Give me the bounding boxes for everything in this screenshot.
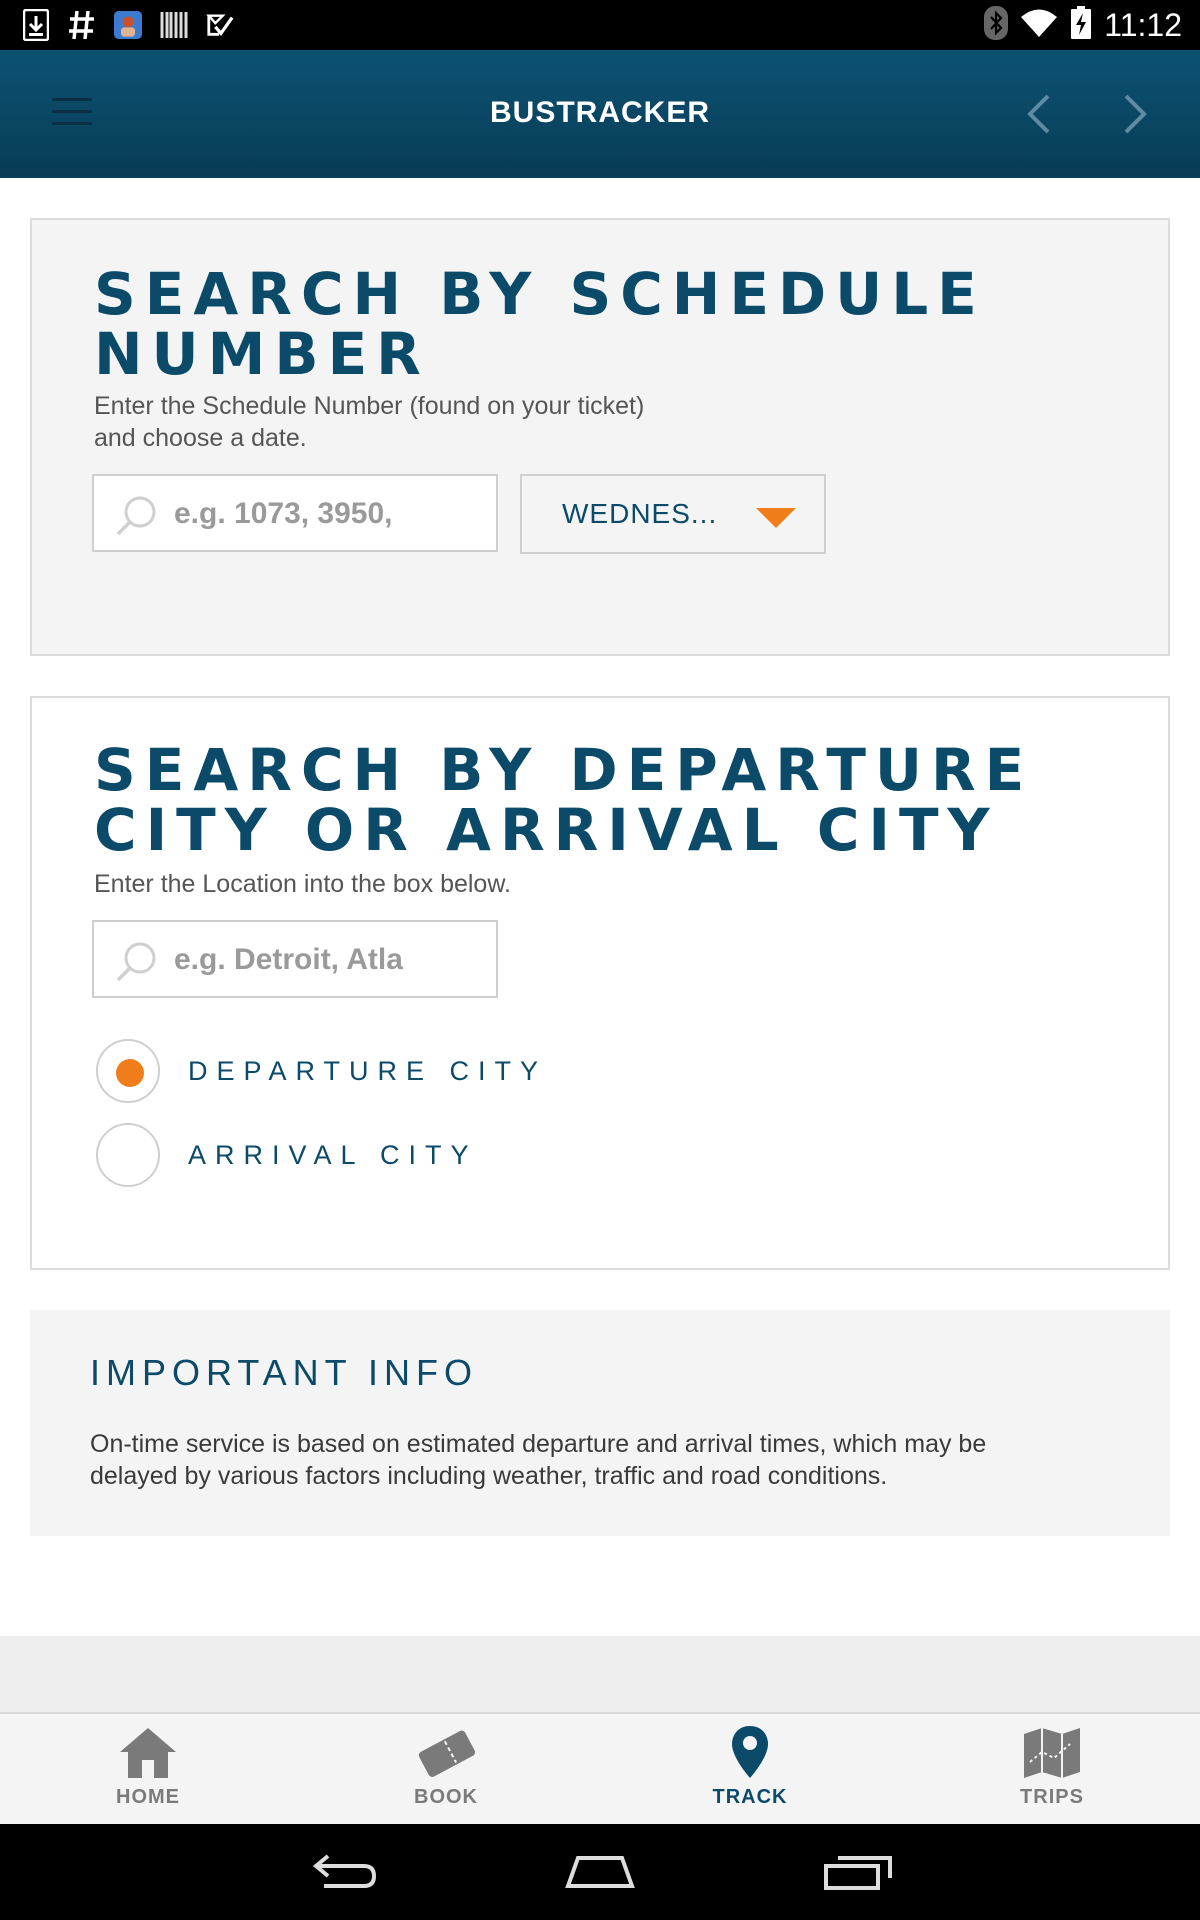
wifi-icon xyxy=(1020,8,1058,43)
city-search-description: Enter the Location into the box below. xyxy=(94,870,511,898)
important-info-title: IMPORTANT INFO xyxy=(90,1352,479,1393)
battery-charging-icon xyxy=(1070,5,1092,45)
schedule-search-description: Enter the Schedule Number (found on your… xyxy=(94,390,734,454)
system-status: 11:12 xyxy=(984,5,1182,45)
search-icon xyxy=(114,940,158,984)
arrival-city-radio[interactable] xyxy=(96,1123,160,1187)
home-button-icon[interactable] xyxy=(560,1846,640,1896)
date-dropdown[interactable]: WEDNES... xyxy=(520,474,826,554)
important-info-text-line1: On-time service is based on estimated de… xyxy=(90,1430,987,1458)
nav-book-label: BOOK xyxy=(414,1786,478,1808)
nav-book[interactable]: BOOK xyxy=(346,1714,546,1824)
schedule-number-search-box[interactable] xyxy=(92,474,498,552)
system-navigation-bar xyxy=(0,1824,1200,1920)
arrival-city-option[interactable]: ARRIVAL CITY xyxy=(96,1122,478,1188)
schedule-number-input[interactable] xyxy=(174,486,474,542)
chevron-left-icon[interactable] xyxy=(1014,86,1064,142)
departure-city-radio[interactable] xyxy=(96,1039,160,1103)
departure-city-option[interactable]: DEPARTURE CITY xyxy=(96,1038,547,1104)
schedule-search-description-line1: Enter the Schedule Number (found on your… xyxy=(94,392,645,420)
search-icon xyxy=(114,494,158,538)
app-bar: BUSTRACKER xyxy=(0,50,1200,178)
nav-trips[interactable]: TRIPS xyxy=(952,1714,1152,1824)
nav-track[interactable]: TRACK xyxy=(650,1714,850,1824)
notification-icons xyxy=(22,8,234,42)
important-info-text: On-time service is based on estimated de… xyxy=(90,1428,1090,1492)
departure-city-label: DEPARTURE CITY xyxy=(188,1055,548,1086)
important-info-panel: IMPORTANT INFO On-time service is based … xyxy=(30,1310,1170,1536)
ticket-icon xyxy=(416,1722,476,1782)
content-footer-band xyxy=(0,1636,1200,1712)
bottom-navigation: HOME BOOK TRACK TRIPS xyxy=(0,1712,1200,1824)
schedule-search-title-line2: NUMBER xyxy=(94,320,430,388)
home-icon xyxy=(118,1722,178,1782)
chevron-right-icon[interactable] xyxy=(1110,86,1160,142)
barcode-icon xyxy=(160,9,188,41)
dropdown-caret-icon xyxy=(756,508,796,528)
date-dropdown-value: WEDNES... xyxy=(562,498,718,529)
clock: 11:12 xyxy=(1104,6,1182,43)
back-icon[interactable] xyxy=(304,1846,384,1896)
nav-home-label: HOME xyxy=(116,1786,180,1808)
schedule-search-title-line1: SEARCH BY SCHEDULE xyxy=(94,260,986,328)
nav-track-label: TRACK xyxy=(712,1786,788,1808)
city-search-title-line1: SEARCH BY DEPARTURE xyxy=(94,736,1034,804)
schedule-search-card: SEARCH BY SCHEDULE NUMBER Enter the Sche… xyxy=(30,218,1170,656)
arrival-city-label: ARRIVAL CITY xyxy=(188,1139,478,1170)
schedule-search-description-line2: and choose a date. xyxy=(94,424,307,452)
schedule-search-title: SEARCH BY SCHEDULE NUMBER xyxy=(94,264,986,384)
bluetooth-icon xyxy=(984,5,1009,45)
status-bar: 11:12 xyxy=(0,0,1200,50)
map-pin-icon xyxy=(720,1722,780,1782)
city-search-card: SEARCH BY DEPARTURE CITY OR ARRIVAL CITY… xyxy=(30,696,1170,1270)
map-icon xyxy=(1022,1722,1082,1782)
city-search-box[interactable] xyxy=(92,920,498,998)
important-info-text-line2: delayed by various factors including wea… xyxy=(90,1462,888,1490)
city-search-title: SEARCH BY DEPARTURE CITY OR ARRIVAL CITY xyxy=(94,740,1033,860)
download-icon xyxy=(22,9,50,41)
nav-trips-label: TRIPS xyxy=(1020,1786,1084,1808)
city-search-title-line2: CITY OR ARRIVAL CITY xyxy=(94,796,999,864)
recent-apps-icon[interactable] xyxy=(818,1846,898,1896)
hashtag-icon xyxy=(68,9,96,41)
check-mail-icon xyxy=(206,9,234,41)
app-avatar-icon xyxy=(114,9,142,41)
nav-home[interactable]: HOME xyxy=(48,1714,248,1824)
city-input[interactable] xyxy=(174,932,474,988)
